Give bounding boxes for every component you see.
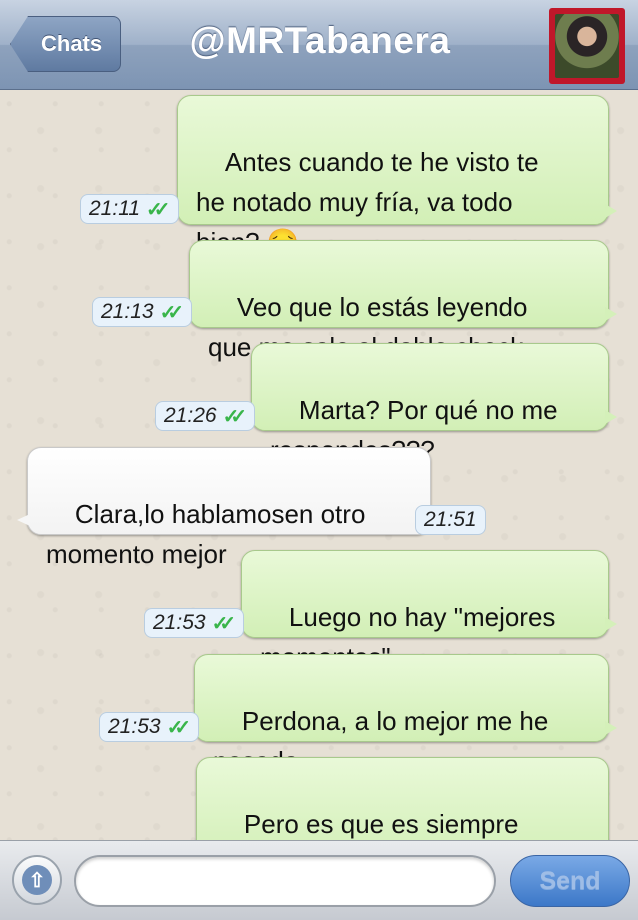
attach-button[interactable]: ⇧ xyxy=(12,855,62,905)
message-input[interactable] xyxy=(74,855,496,907)
send-button-label: Send xyxy=(539,866,601,895)
timestamp-text: 21:26 xyxy=(164,404,217,427)
outgoing-message-bubble[interactable]: Veo que lo estás leyendo que me sale el … xyxy=(189,240,617,362)
contact-name-title[interactable]: @MRTabanera xyxy=(150,20,490,62)
timestamp-text: 21:13 xyxy=(101,300,154,323)
back-to-chats-button[interactable]: Chats xyxy=(10,16,122,72)
double-check-icon: ✓✓ xyxy=(211,612,236,635)
double-check-icon: ✓✓ xyxy=(222,405,247,428)
timestamp-text: 21:53 xyxy=(108,715,161,738)
double-check-icon: ✓✓ xyxy=(159,301,184,324)
chat-history[interactable]: Antes cuando te he visto te he notado mu… xyxy=(0,90,638,840)
contact-avatar[interactable] xyxy=(549,8,625,84)
timestamp-text: 21:53 xyxy=(153,611,206,634)
outgoing-message-bubble[interactable]: Luego no hay "mejores momentos" xyxy=(241,550,617,672)
message-timestamp: 21:13 ✓✓ xyxy=(92,297,193,327)
avatar-photo xyxy=(555,14,619,78)
outgoing-message-bubble[interactable]: Perdona, a lo mejor me he pasado xyxy=(194,654,617,776)
message-timestamp: 21:11 ✓✓ xyxy=(80,194,179,224)
message-text: Pero es que es siempre así... No entiend… xyxy=(243,809,519,839)
up-arrow-icon: ⇧ xyxy=(22,865,52,895)
back-button-label: Chats xyxy=(41,31,103,56)
timestamp-text: 21:51 xyxy=(424,508,477,531)
double-check-icon: ✓✓ xyxy=(166,716,191,739)
nav-bar: Chats @MRTabanera xyxy=(0,0,638,90)
message-timestamp: 21:53 ✓✓ xyxy=(99,712,200,742)
outgoing-message-bubble[interactable]: Antes cuando te he visto te he notado mu… xyxy=(177,95,617,257)
timestamp-text: 21:11 xyxy=(89,197,140,220)
outgoing-message-bubble[interactable]: Pero es que es siempre así... No entiend… xyxy=(196,757,609,840)
message-timestamp: 21:26 ✓✓ xyxy=(155,401,256,431)
send-button[interactable]: Send xyxy=(510,855,630,907)
incoming-message-bubble[interactable]: Clara,lo hablamosen otro momento mejor xyxy=(17,447,431,569)
message-timestamp: 21:53 ✓✓ xyxy=(144,608,245,638)
outgoing-message-bubble[interactable]: Marta? Por qué no me respondes??? xyxy=(251,343,617,465)
message-timestamp: 21:51 xyxy=(415,505,486,535)
message-composer: ⇧ Send xyxy=(0,840,638,920)
double-check-icon: ✓✓ xyxy=(146,198,170,221)
